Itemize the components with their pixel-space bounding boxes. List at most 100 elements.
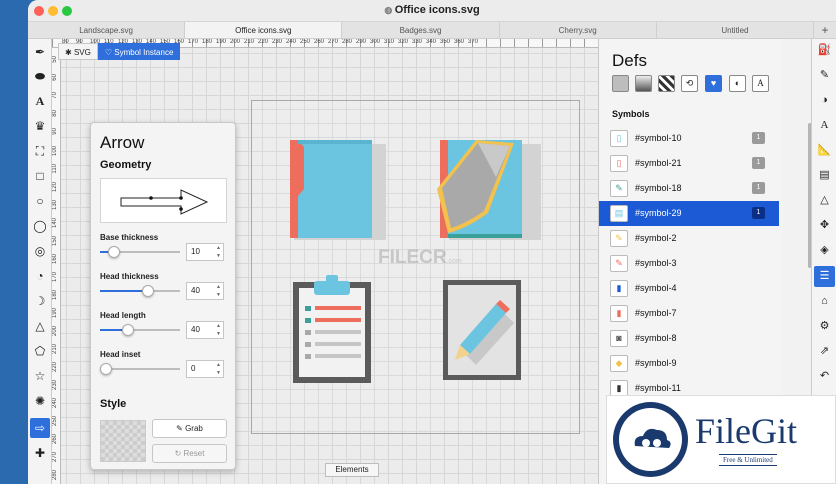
symbol-row[interactable]: ✎ #symbol-3 [599, 251, 779, 276]
symbol-row[interactable]: ◆ #symbol-9 [599, 351, 779, 376]
symbol-instance-mode-button[interactable]: ♡ Symbol Instance [97, 43, 181, 60]
base-thickness-field[interactable]: 10 ▲ ▼ [186, 243, 224, 261]
pentagon-tool-icon[interactable]: ⬠ [30, 341, 50, 361]
arrow-tool-icon[interactable]: ⇨ [30, 418, 50, 438]
triangle-icon[interactable]: △ [814, 190, 835, 211]
stepper-icon[interactable]: ▲ ▼ [216, 283, 221, 299]
linear-gradient-icon[interactable] [635, 75, 652, 92]
pattern-icon[interactable] [658, 75, 675, 92]
stepper-icon[interactable]: ▲ ▼ [216, 322, 221, 338]
pencil-note-icon[interactable] [443, 280, 521, 380]
ruler-left-label: 180 [52, 290, 58, 301]
comment-icon[interactable]: ▤ [814, 165, 835, 186]
ellipse-fill-tool-icon[interactable]: ⬬ [30, 66, 50, 86]
head-inset-knob[interactable] [100, 363, 112, 375]
ruler-left-label: 70 [52, 92, 58, 99]
crop-tool-icon[interactable]: ⛶ [30, 141, 50, 161]
head-length-knob[interactable] [122, 324, 135, 336]
crown-tool-icon[interactable]: ♛ [30, 116, 50, 136]
symbol-name: #symbol-21 [635, 158, 682, 168]
undo-icon[interactable]: ↶ [814, 366, 835, 387]
export-icon[interactable]: ⇗ [814, 341, 835, 362]
symbol-heart-icon[interactable]: ♥ [705, 75, 722, 92]
transform-icon[interactable]: ⟲ [681, 75, 698, 92]
font-icon[interactable]: A [752, 75, 769, 92]
page-curl-icon[interactable] [437, 140, 541, 240]
tab-landscape[interactable]: Landscape.svg [28, 22, 186, 38]
grab-button[interactable]: ✎ Grab [152, 419, 227, 438]
ruler-icon[interactable]: 📐 [814, 140, 835, 161]
triangle-tool-icon[interactable]: △ [30, 316, 50, 336]
symbol-row[interactable]: ✎ #symbol-18 1 [599, 176, 779, 201]
rectangle-tool-icon[interactable]: □ [30, 166, 50, 186]
tab-untitled[interactable]: Untitled [657, 22, 815, 38]
clipboard-icon[interactable] [293, 275, 371, 383]
ellipse-tool-icon[interactable]: ◯ [30, 216, 50, 236]
symbol-row[interactable]: ✎ #symbol-2 [599, 226, 779, 251]
symbol-row[interactable]: ▮ #symbol-7 [599, 301, 779, 326]
reset-label: Reset [183, 449, 205, 458]
add-tab-button[interactable]: + [814, 22, 836, 38]
ruler-top-label: 350 [440, 39, 451, 45]
window-title-text: Office icons.svg [394, 4, 480, 16]
brush-icon[interactable]: ✎ [814, 65, 835, 86]
stepper-icon[interactable]: ▲ ▼ [216, 244, 221, 260]
symbol-row[interactable]: ▤ #symbol-29 1 [599, 201, 779, 226]
reset-icon: ↻ [174, 449, 184, 458]
cross-tool-icon[interactable]: ✚ [30, 443, 50, 463]
stepper-icon[interactable]: ▲ ▼ [216, 361, 221, 377]
folder-icon[interactable] [290, 140, 386, 240]
library-icon[interactable]: ⌂ [814, 291, 835, 312]
reset-button[interactable]: ↻ Reset [152, 444, 227, 463]
pen-tool-icon[interactable]: ✒ [30, 42, 50, 62]
fill-swatch[interactable] [100, 420, 146, 462]
symbol-row[interactable]: ▯ #symbol-21 1 [599, 151, 779, 176]
typography-icon[interactable]: A [814, 115, 835, 136]
symbol-row[interactable]: ◙ #symbol-8 [599, 326, 779, 351]
layers-icon[interactable]: ◈ [814, 240, 835, 261]
symbol-name: #symbol-9 [635, 358, 677, 368]
text-tool-icon[interactable]: A [30, 91, 50, 111]
ruler-top-label: 320 [398, 39, 409, 45]
tab-badges[interactable]: Badges.svg [342, 22, 500, 38]
crescent-tool-icon[interactable]: ☽ [30, 291, 50, 311]
arrow-preview [100, 178, 227, 223]
head-length-slider[interactable] [100, 324, 180, 336]
symbol-name: #symbol-10 [635, 133, 682, 143]
base-thickness-slider[interactable] [100, 246, 180, 258]
head-thickness-slider[interactable] [100, 285, 180, 297]
svg-mode-button[interactable]: ✱ SVG [58, 43, 98, 60]
head-inset-field[interactable]: 0 ▲ ▼ [186, 360, 224, 378]
gear-shape-tool-icon[interactable]: ✺ [30, 391, 50, 411]
ring-tool-icon[interactable]: ◎ [30, 241, 50, 261]
ruler-left-label: 130 [52, 200, 58, 211]
title-bar: ◍ Office icons.svg [28, 0, 836, 22]
settings-icon[interactable]: ⚙ [814, 316, 835, 337]
star-tool-icon[interactable]: ☆ [30, 366, 50, 386]
filegit-watermark: FileGit Free & Unlimited [606, 395, 836, 484]
symbol-name: #symbol-7 [635, 308, 677, 318]
base-thickness-knob[interactable] [108, 246, 121, 258]
ruler-left-label: 110 [52, 164, 58, 174]
head-thickness-knob[interactable] [142, 285, 155, 297]
pie-tool-icon[interactable]: ◔ [30, 266, 50, 286]
head-inset-slider[interactable] [100, 363, 180, 375]
solid-fill-icon[interactable] [612, 75, 629, 92]
list-icon[interactable]: ☰ [814, 266, 835, 287]
paint-bucket-icon[interactable]: ⛽ [814, 40, 835, 61]
circle-tool-icon[interactable]: ○ [30, 191, 50, 211]
head-thickness-field[interactable]: 40 ▲ ▼ [186, 282, 224, 300]
symbol-row[interactable]: ▮ #symbol-4 [599, 276, 779, 301]
geometry-heading: Geometry [100, 159, 152, 171]
tab-cherry[interactable]: Cherry.svg [500, 22, 657, 38]
symbol-name: #symbol-18 [635, 183, 682, 193]
document-icon: ◍ [384, 5, 395, 15]
symbol-row[interactable]: ▯ #symbol-10 1 [599, 126, 779, 151]
move-icon[interactable]: ✥ [814, 215, 835, 236]
artboard[interactable] [251, 100, 580, 434]
contrast-icon[interactable]: ◑ [814, 90, 835, 111]
elements-button[interactable]: Elements [325, 463, 379, 477]
head-length-field[interactable]: 40 ▲ ▼ [186, 321, 224, 339]
mask-icon[interactable]: ◐ [729, 75, 746, 92]
tab-office-icons[interactable]: Office icons.svg [185, 22, 343, 38]
